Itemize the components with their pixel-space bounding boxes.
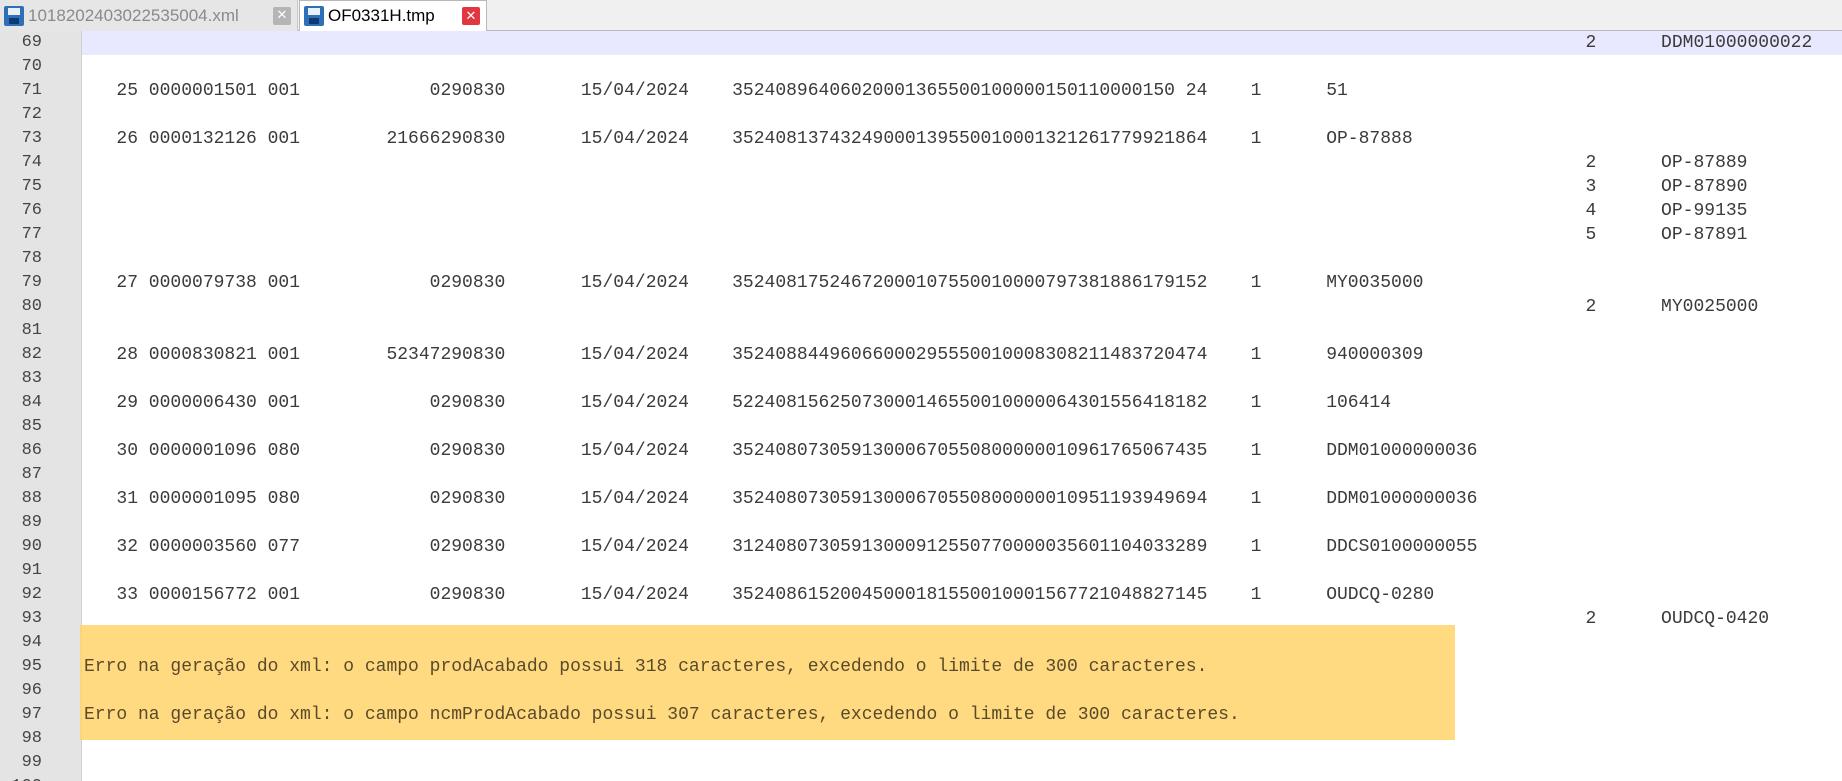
- editor-line[interactable]: 90 32 0000003560 077 0290830 15/04/2024 …: [0, 535, 1842, 559]
- editor-line[interactable]: 100: [0, 775, 1842, 781]
- close-icon[interactable]: ✕: [462, 7, 480, 25]
- line-text: 2 OP-87889: [84, 153, 1748, 173]
- editor-line[interactable]: 95 Erro na geração do xml: o campo prodAc…: [0, 655, 1842, 679]
- line-number: 83: [21, 369, 42, 388]
- line-number: 69: [21, 33, 42, 52]
- error-message-text: Erro na geração do xml: o campo ncmProdA…: [84, 705, 1240, 725]
- editor-line[interactable]: 85: [0, 415, 1842, 439]
- line-number: 100: [0, 775, 42, 781]
- line-number: 91: [21, 561, 42, 580]
- line-number: 92: [21, 585, 42, 604]
- line-number: 79: [21, 273, 42, 292]
- line-number: 95: [21, 657, 42, 676]
- line-number: 90: [21, 537, 42, 556]
- line-number: 93: [21, 609, 42, 628]
- line-number: 72: [21, 105, 42, 124]
- editor-line[interactable]: 99: [0, 751, 1842, 775]
- line-number: 82: [21, 345, 42, 364]
- line-text: 27 0000079738 001 0290830 15/04/2024 352…: [84, 273, 1424, 293]
- editor-line[interactable]: 71 25 0000001501 001 0290830 15/04/2024 …: [0, 79, 1842, 103]
- editor-line[interactable]: 74 2 OP-87889: [0, 151, 1842, 175]
- editor-line[interactable]: 78: [0, 247, 1842, 271]
- editor-line[interactable]: 83: [0, 367, 1842, 391]
- line-text: 30 0000001096 080 0290830 15/04/2024 352…: [84, 441, 1478, 461]
- line-text: 31 0000001095 080 0290830 15/04/2024 352…: [84, 489, 1478, 509]
- line-number: 99: [21, 753, 42, 772]
- editor-line[interactable]: 73 26 0000132126 001 21666290830 15/04/2…: [0, 127, 1842, 151]
- line-number: 96: [21, 681, 42, 700]
- editor-line[interactable]: 80 2 MY0025000: [0, 295, 1842, 319]
- editor-line[interactable]: 72: [0, 103, 1842, 127]
- line-number: 86: [21, 441, 42, 460]
- line-text: 5 OP-87891: [84, 225, 1748, 245]
- line-text: 32 0000003560 077 0290830 15/04/2024 312…: [84, 537, 1478, 557]
- editor-line[interactable]: 86 30 0000001096 080 0290830 15/04/2024 …: [0, 439, 1842, 463]
- error-message-text: Erro na geração do xml: o campo prodAcab…: [84, 657, 1208, 677]
- editor-line[interactable]: 97 Erro na geração do xml: o campo ncmPro…: [0, 703, 1842, 727]
- line-number: 87: [21, 465, 42, 484]
- editor-line[interactable]: 77 5 OP-87891: [0, 223, 1842, 247]
- line-number: 81: [21, 321, 42, 340]
- editor-line[interactable]: 87: [0, 463, 1842, 487]
- line-number: 74: [21, 153, 42, 172]
- editor-line[interactable]: 76 4 OP-99135: [0, 199, 1842, 223]
- line-text: 2 MY0025000: [84, 297, 1759, 317]
- line-text: 4 OP-99135: [84, 201, 1748, 221]
- editor-line[interactable]: 79 27 0000079738 001 0290830 15/04/2024 …: [0, 271, 1842, 295]
- editor-line[interactable]: 69 2 DDM01000000022: [0, 31, 1842, 55]
- editor-line[interactable]: 96: [0, 679, 1842, 703]
- tab-xml-file[interactable]: 1018202403022535004.xml ✕: [0, 0, 298, 31]
- line-number: 84: [21, 393, 42, 412]
- line-number: 88: [21, 489, 42, 508]
- line-number: 70: [21, 57, 42, 76]
- editor-line[interactable]: 75 3 OP-87890: [0, 175, 1842, 199]
- text-editor[interactable]: 69 2 DDM01000000022 70 71 25 0000001501 00…: [0, 31, 1842, 781]
- editor-line[interactable]: 84 29 0000006430 001 0290830 15/04/2024 …: [0, 391, 1842, 415]
- line-text: 26 0000132126 001 21666290830 15/04/2024…: [84, 129, 1413, 149]
- line-number: 76: [21, 201, 42, 220]
- save-icon: [304, 6, 324, 26]
- line-number: 75: [21, 177, 42, 196]
- line-text: 2 OUDCQ-0420: [84, 609, 1770, 629]
- line-number: 85: [21, 417, 42, 436]
- editor-line[interactable]: 89: [0, 511, 1842, 535]
- line-text: 2 DDM01000000022: [84, 33, 1813, 53]
- line-number: 97: [21, 705, 42, 724]
- close-icon[interactable]: ✕: [273, 6, 291, 25]
- line-text: 25 0000001501 001 0290830 15/04/2024 352…: [84, 81, 1348, 101]
- line-text: 29 0000006430 001 0290830 15/04/2024 522…: [84, 393, 1392, 413]
- editor-line[interactable]: 88 31 0000001095 080 0290830 15/04/2024 …: [0, 487, 1842, 511]
- editor-line[interactable]: 93 2 OUDCQ-0420: [0, 607, 1842, 631]
- editor-line[interactable]: 82 28 0000830821 001 52347290830 15/04/2…: [0, 343, 1842, 367]
- tab-label: OF0331H.tmp: [328, 6, 435, 25]
- line-number: 98: [21, 729, 42, 748]
- line-number: 78: [21, 249, 42, 268]
- editor-line[interactable]: 98: [0, 727, 1842, 751]
- tab-tmp-file[interactable]: OF0331H.tmp ✕: [299, 0, 487, 31]
- tab-bar: 1018202403022535004.xml ✕ OF0331H.tmp ✕: [0, 0, 1842, 31]
- line-number: 94: [21, 633, 42, 652]
- editor-line[interactable]: 91: [0, 559, 1842, 583]
- line-number: 71: [21, 81, 42, 100]
- line-text: 3 OP-87890: [84, 177, 1748, 197]
- editor-line[interactable]: 70: [0, 55, 1842, 79]
- line-number: 73: [21, 129, 42, 148]
- line-number: 80: [21, 297, 42, 316]
- line-number: 89: [21, 513, 42, 532]
- editor-line[interactable]: 94: [0, 631, 1842, 655]
- line-number: 77: [21, 225, 42, 244]
- line-text: 33 0000156772 001 0290830 15/04/2024 352…: [84, 585, 1435, 605]
- editor-line[interactable]: 92 33 0000156772 001 0290830 15/04/2024 …: [0, 583, 1842, 607]
- editor-line[interactable]: 81: [0, 319, 1842, 343]
- line-text: 28 0000830821 001 52347290830 15/04/2024…: [84, 345, 1424, 365]
- tab-label: 1018202403022535004.xml: [28, 5, 239, 25]
- save-icon: [4, 5, 24, 26]
